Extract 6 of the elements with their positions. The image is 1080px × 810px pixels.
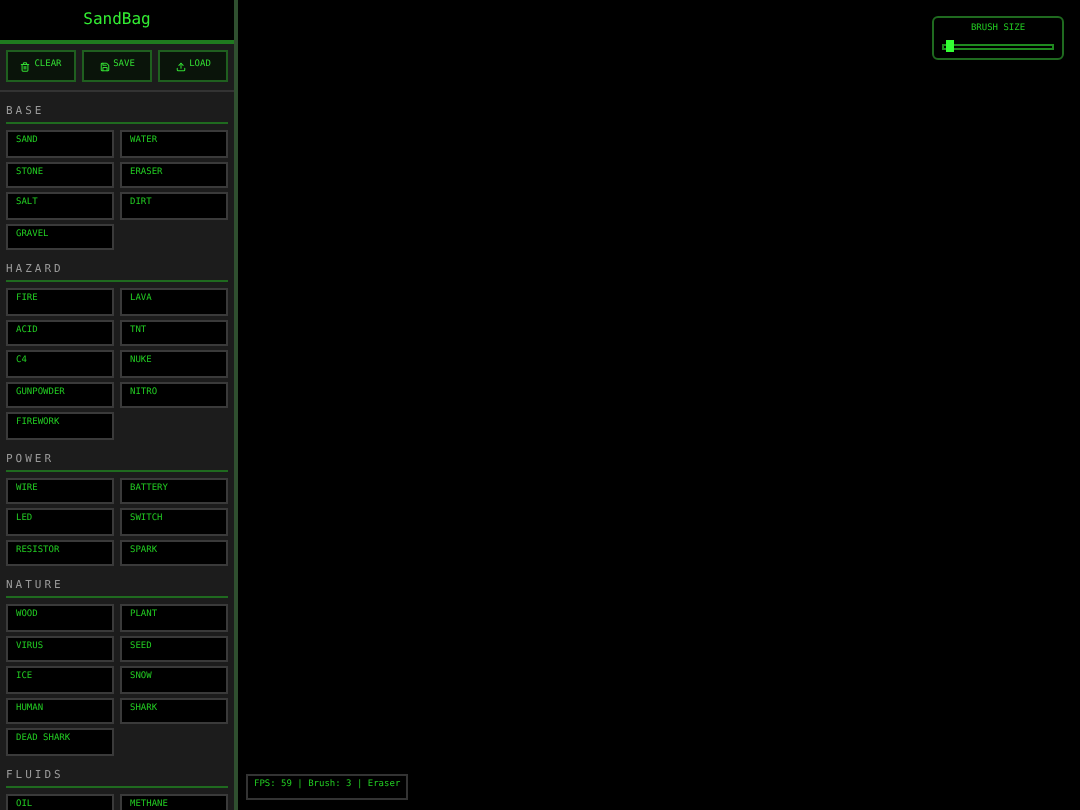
brush-size-slider[interactable] [942,40,1054,52]
slider-thumb[interactable] [946,40,955,52]
floppy-disk-icon [99,61,110,71]
trash-icon [20,61,31,71]
app-title: SandBag [83,8,151,32]
upload-icon [175,61,186,71]
